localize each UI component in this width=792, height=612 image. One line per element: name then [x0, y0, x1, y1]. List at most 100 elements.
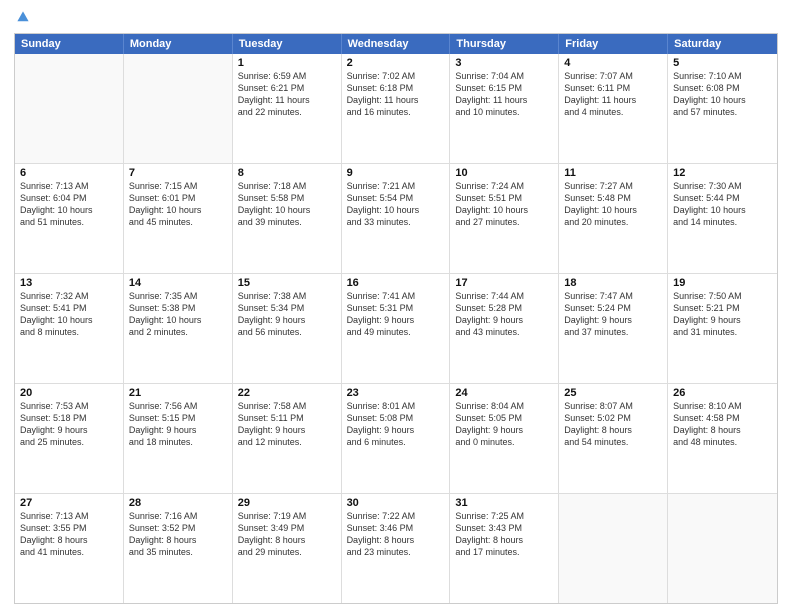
cell-info-line: Sunrise: 7:27 AM [564, 180, 662, 192]
day-number: 1 [238, 57, 336, 69]
cell-info-line: and 57 minutes. [673, 106, 772, 118]
cell-info-line: Daylight: 11 hours [455, 94, 553, 106]
cal-cell: 28Sunrise: 7:16 AMSunset: 3:52 PMDayligh… [124, 494, 233, 603]
cell-info-line: and 56 minutes. [238, 326, 336, 338]
cell-info-line: Sunrise: 7:53 AM [20, 400, 118, 412]
logo [14, 10, 30, 27]
day-number: 31 [455, 497, 553, 509]
cell-info-line: and 29 minutes. [238, 546, 336, 558]
day-number: 21 [129, 387, 227, 399]
day-number: 20 [20, 387, 118, 399]
cell-info-line: Daylight: 8 hours [238, 534, 336, 546]
cell-info-line: Sunrise: 7:30 AM [673, 180, 772, 192]
day-number: 15 [238, 277, 336, 289]
cell-info-line: Daylight: 11 hours [238, 94, 336, 106]
cal-cell: 31Sunrise: 7:25 AMSunset: 3:43 PMDayligh… [450, 494, 559, 603]
cell-info-line: Sunset: 5:24 PM [564, 302, 662, 314]
cal-cell: 27Sunrise: 7:13 AMSunset: 3:55 PMDayligh… [15, 494, 124, 603]
day-number: 2 [347, 57, 445, 69]
cell-info-line: and 37 minutes. [564, 326, 662, 338]
cell-info-line: Sunset: 5:18 PM [20, 412, 118, 424]
cell-info-line: Sunrise: 7:13 AM [20, 180, 118, 192]
cell-info-line: and 31 minutes. [673, 326, 772, 338]
day-number: 4 [564, 57, 662, 69]
cal-cell: 7Sunrise: 7:15 AMSunset: 6:01 PMDaylight… [124, 164, 233, 273]
cal-week-1: 1Sunrise: 6:59 AMSunset: 6:21 PMDaylight… [15, 54, 777, 163]
cell-info-line: Daylight: 9 hours [20, 424, 118, 436]
cell-info-line: and 43 minutes. [455, 326, 553, 338]
cell-info-line: Daylight: 9 hours [238, 314, 336, 326]
cell-info-line: Daylight: 8 hours [129, 534, 227, 546]
day-number: 23 [347, 387, 445, 399]
cal-cell: 26Sunrise: 8:10 AMSunset: 4:58 PMDayligh… [668, 384, 777, 493]
cell-info-line: Sunrise: 7:56 AM [129, 400, 227, 412]
cell-info-line: and 49 minutes. [347, 326, 445, 338]
cell-info-line: Daylight: 9 hours [347, 424, 445, 436]
cal-week-4: 20Sunrise: 7:53 AMSunset: 5:18 PMDayligh… [15, 383, 777, 493]
cell-info-line: Sunset: 6:15 PM [455, 82, 553, 94]
cell-info-line: Daylight: 10 hours [129, 204, 227, 216]
cell-info-line: Daylight: 10 hours [20, 204, 118, 216]
cell-info-line: and 25 minutes. [20, 436, 118, 448]
cal-cell: 25Sunrise: 8:07 AMSunset: 5:02 PMDayligh… [559, 384, 668, 493]
cell-info-line: and 23 minutes. [347, 546, 445, 558]
cell-info-line: and 4 minutes. [564, 106, 662, 118]
cell-info-line: Sunset: 5:15 PM [129, 412, 227, 424]
cell-info-line: Sunrise: 7:25 AM [455, 510, 553, 522]
cell-info-line: and 16 minutes. [347, 106, 445, 118]
cal-cell: 8Sunrise: 7:18 AMSunset: 5:58 PMDaylight… [233, 164, 342, 273]
cell-info-line: Sunrise: 7:35 AM [129, 290, 227, 302]
cell-info-line: Daylight: 10 hours [564, 204, 662, 216]
day-number: 11 [564, 167, 662, 179]
header-day-tuesday: Tuesday [233, 34, 342, 54]
day-number: 18 [564, 277, 662, 289]
cell-info-line: and 39 minutes. [238, 216, 336, 228]
cell-info-line: Daylight: 11 hours [564, 94, 662, 106]
cell-info-line: Sunset: 6:21 PM [238, 82, 336, 94]
cell-info-line: Daylight: 9 hours [455, 314, 553, 326]
cell-info-line: Sunrise: 7:18 AM [238, 180, 336, 192]
cal-week-3: 13Sunrise: 7:32 AMSunset: 5:41 PMDayligh… [15, 273, 777, 383]
cal-cell: 23Sunrise: 8:01 AMSunset: 5:08 PMDayligh… [342, 384, 451, 493]
cal-cell: 3Sunrise: 7:04 AMSunset: 6:15 PMDaylight… [450, 54, 559, 163]
page: SundayMondayTuesdayWednesdayThursdayFrid… [0, 0, 792, 612]
cell-info-line: Sunset: 5:44 PM [673, 192, 772, 204]
cal-cell: 4Sunrise: 7:07 AMSunset: 6:11 PMDaylight… [559, 54, 668, 163]
cell-info-line: Sunset: 3:55 PM [20, 522, 118, 534]
cal-cell: 1Sunrise: 6:59 AMSunset: 6:21 PMDaylight… [233, 54, 342, 163]
cell-info-line: Sunrise: 7:47 AM [564, 290, 662, 302]
cell-info-line: Sunset: 3:46 PM [347, 522, 445, 534]
logo-general [14, 10, 30, 31]
cell-info-line: and 33 minutes. [347, 216, 445, 228]
day-number: 29 [238, 497, 336, 509]
day-number: 17 [455, 277, 553, 289]
cell-info-line: and 2 minutes. [129, 326, 227, 338]
cell-info-line: and 14 minutes. [673, 216, 772, 228]
day-number: 14 [129, 277, 227, 289]
cell-info-line: and 35 minutes. [129, 546, 227, 558]
cell-info-line: and 51 minutes. [20, 216, 118, 228]
cell-info-line: and 18 minutes. [129, 436, 227, 448]
cal-cell: 12Sunrise: 7:30 AMSunset: 5:44 PMDayligh… [668, 164, 777, 273]
cell-info-line: Daylight: 9 hours [673, 314, 772, 326]
cell-info-line: and 17 minutes. [455, 546, 553, 558]
cal-cell: 18Sunrise: 7:47 AMSunset: 5:24 PMDayligh… [559, 274, 668, 383]
cell-info-line: Sunset: 5:08 PM [347, 412, 445, 424]
day-number: 5 [673, 57, 772, 69]
cell-info-line: Sunset: 5:31 PM [347, 302, 445, 314]
cell-info-line: Sunrise: 7:41 AM [347, 290, 445, 302]
cell-info-line: Sunrise: 8:01 AM [347, 400, 445, 412]
header-day-friday: Friday [559, 34, 668, 54]
cell-info-line: Sunset: 5:54 PM [347, 192, 445, 204]
cell-info-line: and 27 minutes. [455, 216, 553, 228]
cell-info-line: Sunset: 6:08 PM [673, 82, 772, 94]
cell-info-line: Daylight: 10 hours [673, 94, 772, 106]
cell-info-line: Sunrise: 8:04 AM [455, 400, 553, 412]
cell-info-line: Daylight: 10 hours [673, 204, 772, 216]
cell-info-line: Daylight: 8 hours [455, 534, 553, 546]
cal-cell: 20Sunrise: 7:53 AMSunset: 5:18 PMDayligh… [15, 384, 124, 493]
cell-info-line: and 45 minutes. [129, 216, 227, 228]
cell-info-line: Daylight: 10 hours [238, 204, 336, 216]
cal-cell: 29Sunrise: 7:19 AMSunset: 3:49 PMDayligh… [233, 494, 342, 603]
cell-info-line: Sunset: 5:41 PM [20, 302, 118, 314]
